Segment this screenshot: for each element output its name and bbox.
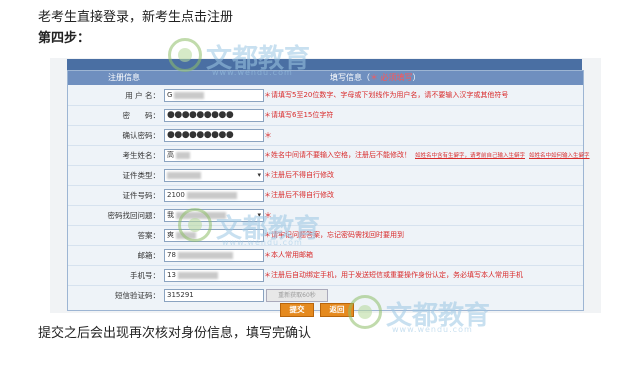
step-heading: 第四步：: [38, 31, 91, 46]
header-left: 注册信息: [108, 73, 140, 82]
name-hint: ＊姓名中间请不要输入空格，注册后不能修改！ 如姓名中含有生僻字，请考前自己输入生僻…: [264, 151, 590, 159]
row-name: 考生姓名： 高 ＊姓名中间请不要输入空格，注册后不能修改！ 如姓名中含有生僻字，请…: [68, 146, 590, 166]
name-label: 考生姓名：: [122, 151, 161, 160]
id-number-hint: ＊注册后不得自行修改: [264, 191, 334, 199]
row-username: 用 户 名： G ＊请填写5至20位数字、字母或下划线作为用户名，请不要输入汉字…: [68, 86, 583, 106]
id-type-select[interactable]: [164, 169, 264, 182]
row-answer: 答案： 爽 ＊请牢记问题答案，忘记密码需找回时要用到: [68, 226, 583, 246]
top-bar: [67, 59, 582, 70]
form-header: 注册信息 填写信息（＊ 必须填写）: [68, 71, 583, 85]
registration-screenshot: 注册信息 填写信息（＊ 必须填写） 用 户 名： G ＊请填写5至20位数字、字…: [50, 38, 601, 317]
row-email: 邮箱： 78 ＊本人常用邮箱: [68, 246, 583, 266]
row-security-question: 密码找回问题： 我 ＊: [68, 206, 583, 226]
intro-text: 老考生直接登录，新考生点击注册: [38, 10, 234, 25]
email-hint: ＊本人常用邮箱: [264, 251, 313, 259]
security-question-select[interactable]: 我: [164, 209, 264, 222]
confirm-password-required: ＊: [264, 131, 272, 140]
rare-char-link-1[interactable]: 如姓名中含有生僻字，请考前自己输入生僻字: [415, 153, 525, 159]
id-type-hint: ＊注册后不得自行修改: [264, 171, 334, 179]
answer-label: 答案：: [137, 231, 161, 240]
confirm-password-input[interactable]: ●●●●●●●●●: [164, 129, 264, 142]
id-type-label: 证件类型：: [122, 171, 161, 180]
row-phone: 手机号： 13 ＊注册后自动绑定手机，用于发送短信或重要操作身份认定，务必填写本…: [68, 266, 583, 286]
submit-button[interactable]: 提交: [280, 303, 314, 317]
back-button[interactable]: 返回: [320, 303, 354, 317]
password-hint: ＊请填写6至15位字符: [264, 111, 334, 119]
row-password: 密 码： ●●●●●●●●● ＊请填写6至15位字符: [68, 106, 583, 126]
phone-input[interactable]: 13: [164, 269, 264, 282]
row-id-type: 证件类型： ＊注册后不得自行修改: [68, 166, 583, 186]
username-hint: ＊请填写5至20位数字、字母或下划线作为用户名，请不要输入汉字或其他符号: [264, 91, 509, 99]
id-number-label: 证件号码：: [122, 191, 161, 200]
outro-text: 提交之后会出现再次核对身份信息，填写完确认: [38, 326, 312, 341]
email-input[interactable]: 78: [164, 249, 264, 262]
registration-form: 注册信息 填写信息（＊ 必须填写） 用 户 名： G ＊请填写5至20位数字、字…: [67, 70, 590, 317]
row-confirm-password: 确认密码： ●●●●●●●●● ＊: [68, 126, 583, 146]
watermark-url: www.wendu.com: [392, 325, 473, 334]
answer-input[interactable]: 爽: [164, 229, 264, 242]
header-right: 填写信息（＊ 必须填写）: [330, 73, 421, 82]
phone-hint: ＊注册后自动绑定手机，用于发送短信或重要操作身份认定，务必填写本人常用手机: [264, 271, 523, 279]
get-code-button[interactable]: 重新获取60秒: [266, 289, 328, 302]
rare-char-link-2[interactable]: 如姓名中如何输入生僻字: [529, 153, 590, 159]
sms-code-label: 短信验证码：: [115, 291, 160, 300]
email-label: 邮箱：: [137, 251, 161, 260]
answer-hint: ＊请牢记问题答案，忘记密码需找回时要用到: [264, 231, 404, 239]
password-label: 密 码：: [122, 111, 161, 120]
name-input[interactable]: 高: [164, 149, 264, 162]
row-id-number: 证件号码： 2100 ＊注册后不得自行修改: [68, 186, 583, 206]
username-input[interactable]: G: [164, 89, 264, 102]
security-question-required: ＊: [264, 211, 272, 220]
username-label: 用 户 名：: [125, 91, 160, 100]
confirm-password-label: 确认密码：: [122, 131, 161, 140]
security-question-label: 密码找回问题：: [107, 211, 161, 220]
password-input[interactable]: ●●●●●●●●●: [164, 109, 264, 122]
id-number-input[interactable]: 2100: [164, 189, 264, 202]
sms-code-input[interactable]: 315291: [164, 289, 264, 302]
phone-label: 手机号：: [130, 271, 160, 280]
